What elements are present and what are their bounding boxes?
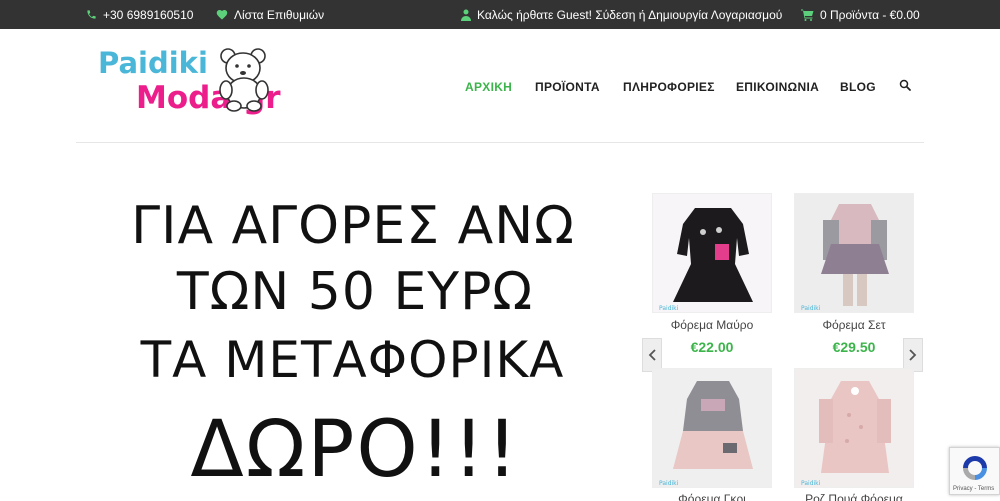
carousel-prev-button[interactable] <box>642 338 662 372</box>
nav-products[interactable]: ΠΡΟΪΟΝΤΑ <box>535 78 600 96</box>
banner-line-4: ΔΩΡΟ!!! <box>190 405 520 495</box>
nav-contact-label: ΕΠΙΚΟΙΝΩΝΙΑ <box>736 80 820 94</box>
recaptcha-terms: Privacy - Terms <box>953 486 995 492</box>
phone-number: +30 6989160510 <box>103 7 194 22</box>
nav-contact[interactable]: ΕΠΙΚΟΙΝΩΝΙΑ <box>736 78 819 96</box>
set-dress-photo: Paidiki <box>795 194 913 312</box>
account-welcome[interactable]: Καλώς ήρθατε Guest! Σύδεση ή Δημιουργία … <box>461 0 782 29</box>
nav-home[interactable]: ΑΡΧΙΚΗ <box>465 78 512 96</box>
grey-dress-photo: Paidiki <box>653 369 771 487</box>
svg-text:Paidiki: Paidiki <box>801 305 821 312</box>
phone-icon <box>86 9 97 20</box>
banner-line-3: ΤΑ ΜΕΤΑΦΟΡΙΚΑ <box>140 331 565 389</box>
user-icon <box>461 9 471 21</box>
heart-icon <box>216 9 228 20</box>
nav-blog[interactable]: BLOG <box>840 78 876 96</box>
nav-info[interactable]: ΠΛΗΡΟΦΟΡΙΕΣ <box>623 78 715 96</box>
header-divider <box>76 142 924 143</box>
black-dress-photo: Paidiki <box>653 194 771 312</box>
top-bar: +30 6989160510 Λίστα Επιθυμιών Καλώς ήρθ… <box>0 0 1000 29</box>
carousel-next-button[interactable] <box>903 338 923 372</box>
wishlist-label: Λίστα Επιθυμιών <box>234 7 325 22</box>
phone-contact[interactable]: +30 6989160510 <box>86 0 193 29</box>
teddy-bear-icon <box>219 48 269 112</box>
product-name[interactable]: Ροζ Πουά Φόρεμα <box>789 492 919 501</box>
nav-home-label: ΑΡΧΙΚΗ <box>465 80 513 94</box>
recaptcha-badge[interactable]: Privacy - Terms <box>949 447 1000 495</box>
cart-summary: 0 Προϊόντα - €0.00 <box>820 7 920 22</box>
product-price: €22.00 <box>690 339 734 355</box>
banner-line-1: ΓΙΑ ΑΓΟΡΕΣ ΑΝΩ <box>131 196 575 256</box>
recaptcha-icon <box>963 456 987 480</box>
nav-blog-label: BLOG <box>840 80 876 94</box>
site-logo[interactable]: Paidiki Moda.gr <box>96 42 286 124</box>
product-name[interactable]: Φόρεμα Μαύρο <box>647 318 777 332</box>
svg-text:Paidiki: Paidiki <box>659 480 679 487</box>
product-image[interactable]: Paidiki <box>794 368 914 488</box>
nav-info-label: ΠΛΗΡΟΦΟΡΙΕΣ <box>623 80 715 94</box>
cart-icon <box>801 9 814 21</box>
banner-line-2: ΤΩΝ 50 ΕΥΡΩ <box>176 262 534 322</box>
chevron-right-icon <box>909 349 917 361</box>
pink-polka-dress-photo: Paidiki <box>795 369 913 487</box>
wishlist-link[interactable]: Λίστα Επιθυμιών <box>216 0 324 29</box>
product-image[interactable]: Paidiki <box>794 193 914 313</box>
welcome-text: Καλώς ήρθατε Guest! Σύδεση ή Δημιουργία … <box>477 7 783 22</box>
svg-text:Paidiki: Paidiki <box>659 305 679 312</box>
nav-products-label: ΠΡΟΪΟΝΤΑ <box>535 80 600 94</box>
product-price: €29.50 <box>832 339 876 355</box>
product-name[interactable]: Φόρεμα Γκρι <box>647 492 777 501</box>
svg-text:Paidiki: Paidiki <box>801 480 821 487</box>
cart-link[interactable]: 0 Προϊόντα - €0.00 <box>801 0 920 29</box>
product-image[interactable]: Paidiki <box>652 368 772 488</box>
product-name[interactable]: Φόρεμα Σετ <box>789 318 919 332</box>
product-image[interactable]: Paidiki <box>652 193 772 313</box>
search-icon[interactable] <box>899 79 911 91</box>
logo-text-paidiki: Paidiki <box>98 46 208 80</box>
chevron-left-icon <box>648 349 656 361</box>
